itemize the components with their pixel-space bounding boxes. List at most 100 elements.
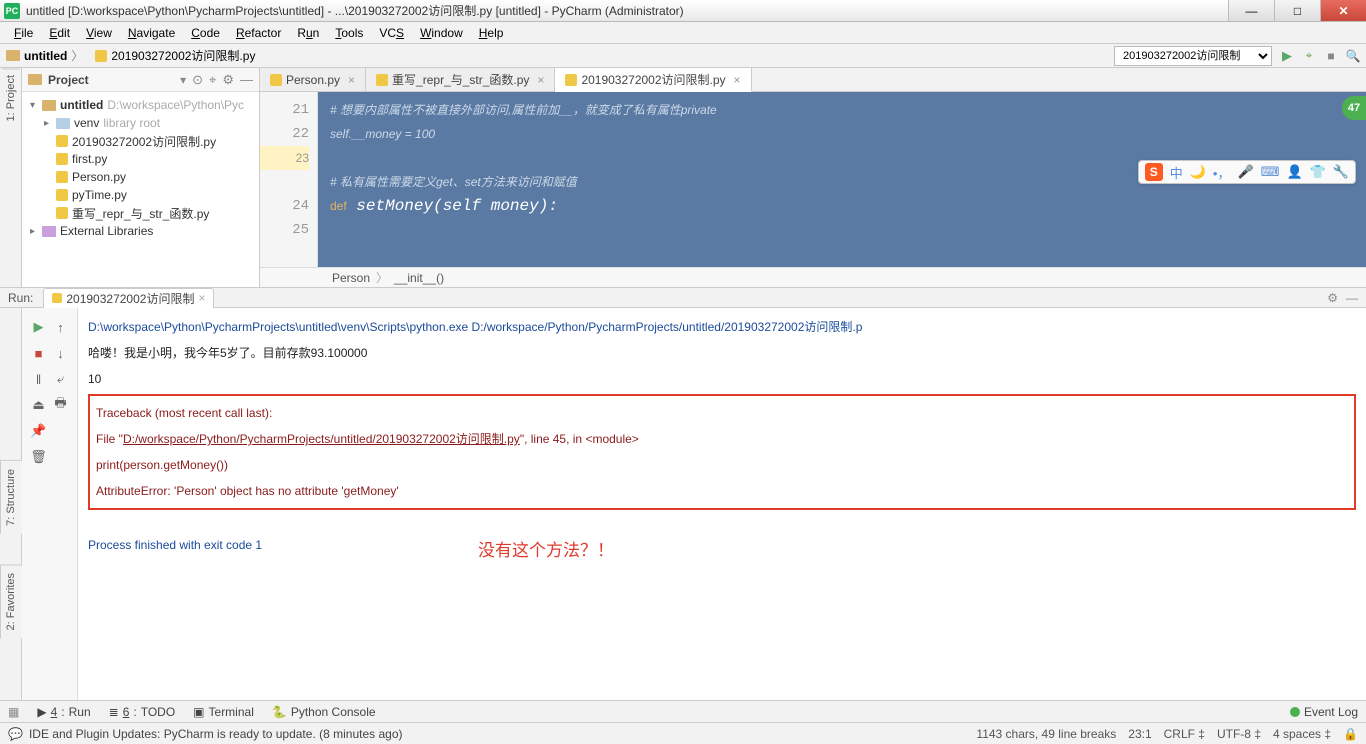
- ime-punct-icon[interactable]: •，: [1213, 163, 1231, 182]
- menu-file[interactable]: File: [6, 26, 41, 40]
- gear-icon[interactable]: ⚙: [1327, 291, 1338, 305]
- tree-item[interactable]: ▾untitledD:\workspace\Python\Pyc: [22, 96, 259, 114]
- sogou-icon[interactable]: S: [1145, 163, 1163, 181]
- menu-window[interactable]: Window: [412, 26, 471, 40]
- print-icon[interactable]: 🖶: [52, 396, 70, 414]
- event-log-button[interactable]: Event Log: [1290, 705, 1358, 719]
- tool-windows-bar: ▦ ▶ 4: Run ≣ 6: TODO ▣ Terminal 🐍 Python…: [0, 700, 1366, 722]
- console-output[interactable]: D:\workspace\Python\PycharmProjects\unti…: [78, 308, 1366, 700]
- status-message[interactable]: IDE and Plugin Updates: PyCharm is ready…: [29, 727, 403, 741]
- project-tree[interactable]: ▾untitledD:\workspace\Python\Pyc▸venvlib…: [22, 92, 259, 287]
- run-icon[interactable]: ▶: [1280, 49, 1294, 63]
- close-icon[interactable]: ×: [734, 73, 741, 87]
- toolwin-run[interactable]: ▶ 4: Run: [37, 705, 90, 719]
- minimize-button[interactable]: —: [1228, 0, 1274, 21]
- console-line: 10: [88, 366, 1356, 392]
- lock-icon[interactable]: 🔒: [1343, 727, 1358, 741]
- folder-icon: [6, 50, 20, 61]
- menu-tools[interactable]: Tools: [327, 26, 371, 40]
- editor-tab[interactable]: 重写_repr_与_str_函数.py×: [366, 68, 555, 91]
- tree-item[interactable]: ▸External Libraries: [22, 222, 259, 240]
- editor-tab[interactable]: 201903272002访问限制.py×: [555, 68, 751, 92]
- tree-item[interactable]: pyTime.py: [22, 186, 259, 204]
- traceback-file: File "D:/workspace/Python/PycharmProject…: [96, 426, 1348, 452]
- ime-lang-icon[interactable]: 中: [1170, 163, 1183, 182]
- exit-icon[interactable]: ⏏: [30, 396, 48, 414]
- tree-item[interactable]: 201903272002访问限制.py: [22, 132, 259, 150]
- pin-icon[interactable]: 📌: [30, 422, 48, 440]
- menu-navigate[interactable]: Navigate: [120, 26, 183, 40]
- crumb-method[interactable]: __init__(): [394, 271, 444, 285]
- ime-tool-icon[interactable]: 🔧: [1333, 164, 1349, 180]
- gear-icon[interactable]: ⚙: [222, 72, 234, 88]
- chevron-down-icon[interactable]: ▾: [180, 73, 186, 87]
- menu-refactor[interactable]: Refactor: [228, 26, 289, 40]
- debug-icon[interactable]: ⌖: [1302, 49, 1316, 63]
- project-title: Project: [48, 73, 180, 87]
- hide-icon[interactable]: —: [240, 72, 253, 87]
- ime-moon-icon[interactable]: 🌙: [1190, 164, 1206, 180]
- python-file-icon: [52, 293, 62, 303]
- stop-icon[interactable]: ■: [30, 344, 48, 362]
- menu-help[interactable]: Help: [471, 26, 512, 40]
- left-gutter: 1: Project: [0, 68, 22, 287]
- ime-mic-icon[interactable]: 🎤: [1237, 164, 1253, 180]
- run-tab[interactable]: 201903272002访问限制 ×: [43, 288, 214, 308]
- file-link[interactable]: D:/workspace/Python/PycharmProjects/unti…: [123, 432, 520, 446]
- error-highlight-box: Traceback (most recent call last): File …: [88, 394, 1356, 510]
- search-icon[interactable]: 🔍: [1346, 49, 1360, 63]
- down-icon[interactable]: ↓: [52, 344, 70, 362]
- sidetab-project[interactable]: 1: Project: [2, 68, 20, 127]
- locate-icon[interactable]: ⌖: [209, 72, 216, 88]
- info-icon: 💬: [8, 727, 23, 741]
- crumb-class[interactable]: Person: [332, 271, 370, 285]
- toolwin-todo[interactable]: ≣ 6: TODO: [109, 705, 176, 719]
- tree-item[interactable]: ▸venvlibrary root: [22, 114, 259, 132]
- status-lineend[interactable]: CRLF ‡: [1164, 727, 1205, 741]
- tree-item[interactable]: first.py: [22, 150, 259, 168]
- wrap-icon[interactable]: ⤶: [52, 370, 70, 388]
- ime-skin-icon[interactable]: 👕: [1310, 164, 1326, 180]
- editor-tab[interactable]: Person.py×: [260, 68, 366, 91]
- run-config-select[interactable]: 201903272002访问限制: [1114, 46, 1272, 66]
- menu-vcs[interactable]: VCS: [371, 26, 412, 40]
- maximize-button[interactable]: □: [1274, 0, 1320, 21]
- ime-toolbar[interactable]: S 中 🌙 •， 🎤 ⌨ 👤 👕 🔧: [1138, 160, 1356, 184]
- trash-icon[interactable]: 🗑: [30, 448, 48, 466]
- menu-edit[interactable]: Edit: [41, 26, 78, 40]
- minimize-icon[interactable]: —: [1346, 291, 1358, 305]
- tree-item[interactable]: 重写_repr_与_str_函数.py: [22, 204, 259, 222]
- window-title: untitled [D:\workspace\Python\PycharmPro…: [26, 2, 1228, 19]
- menu-code[interactable]: Code: [183, 26, 228, 40]
- coverage-badge[interactable]: 47: [1342, 96, 1366, 120]
- status-encoding[interactable]: UTF-8 ‡: [1217, 727, 1261, 741]
- sidetab-structure[interactable]: 7: Structure: [0, 460, 22, 534]
- status-indent[interactable]: 4 spaces ‡: [1273, 727, 1331, 741]
- collapse-icon[interactable]: ⊙: [192, 72, 203, 88]
- toolwin-pyconsole[interactable]: 🐍 Python Console: [272, 705, 376, 719]
- close-button[interactable]: ✕: [1320, 0, 1366, 21]
- breadcrumb-file[interactable]: 201903272002访问限制.py: [111, 47, 255, 64]
- up-icon[interactable]: ↑: [52, 318, 70, 336]
- ime-user-icon[interactable]: 👤: [1286, 164, 1302, 180]
- grid-icon[interactable]: ▦: [8, 705, 19, 719]
- breadcrumb-root[interactable]: untitled: [24, 49, 67, 63]
- sidetab-favorites[interactable]: 2: Favorites: [0, 564, 22, 638]
- tree-item[interactable]: Person.py: [22, 168, 259, 186]
- status-caret[interactable]: 23:1: [1128, 727, 1151, 741]
- ime-keyboard-icon[interactable]: ⌨: [1261, 164, 1280, 180]
- close-icon[interactable]: ×: [537, 73, 544, 87]
- pycharm-icon: PC: [4, 3, 20, 19]
- toolwin-terminal[interactable]: ▣ Terminal: [193, 705, 254, 719]
- rerun-icon[interactable]: ▶: [30, 318, 48, 336]
- menu-view[interactable]: View: [78, 26, 120, 40]
- annotation-text: 没有这个方法？！: [478, 538, 614, 564]
- close-icon[interactable]: ×: [348, 73, 355, 87]
- nav-toolbar: untitled 〉 201903272002访问限制.py 201903272…: [0, 44, 1366, 68]
- menu-run[interactable]: Run: [289, 26, 327, 40]
- traceback-error: AttributeError: 'Person' object has no a…: [96, 478, 1348, 504]
- editor-breadcrumb: Person 〉 __init__(): [260, 267, 1366, 287]
- stop-icon[interactable]: ■: [1324, 49, 1338, 63]
- pause-icon[interactable]: ‖: [30, 370, 48, 388]
- close-icon[interactable]: ×: [198, 291, 205, 305]
